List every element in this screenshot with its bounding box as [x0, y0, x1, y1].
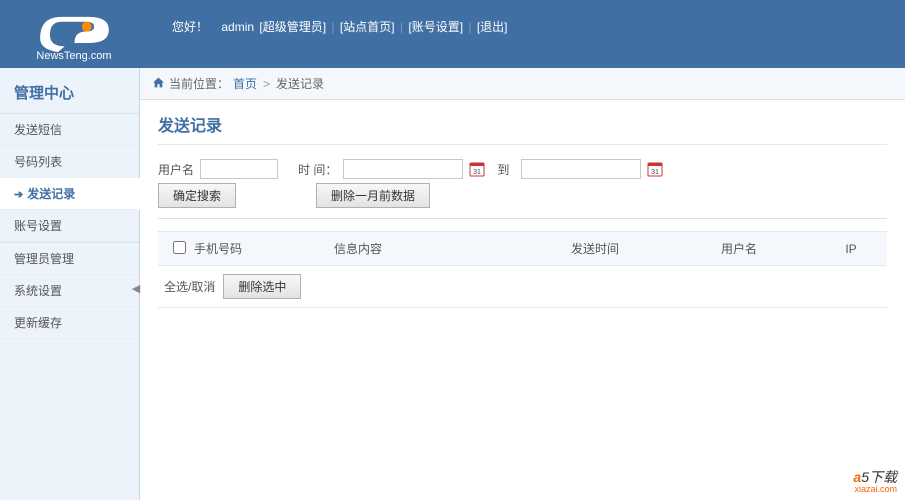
time-label: 时 间：: [298, 161, 337, 178]
col-time: 发送时间: [571, 240, 721, 257]
select-all-checkbox[interactable]: [173, 241, 186, 254]
breadcrumb-home[interactable]: 首页: [233, 75, 257, 92]
calendar-icon[interactable]: 31: [469, 161, 485, 177]
separator: |: [331, 20, 334, 34]
main-area: 当前位置： 首页 > 发送记录 发送记录 用户名 时 间： 31 到 31: [140, 68, 905, 500]
sidebar: 管理中心 发送短信 号码列表 发送记录 账号设置 管理员管理 系统设置 更新缓存…: [0, 68, 140, 500]
records-table: 手机号码 信息内容 发送时间 用户名 IP 全选/取消 删除选中: [158, 231, 887, 308]
breadcrumb-current: 发送记录: [276, 75, 324, 92]
col-phone: 手机号码: [194, 240, 334, 257]
chevron-right-icon: >: [263, 77, 270, 91]
search-button[interactable]: 确定搜索: [158, 183, 236, 208]
sidebar-title: 管理中心: [0, 76, 139, 114]
home-icon: [152, 76, 165, 92]
col-user: 用户名: [721, 240, 821, 257]
logout-link[interactable]: [退出]: [477, 20, 508, 34]
logo-icon: [32, 7, 117, 52]
col-ip: IP: [821, 242, 881, 256]
account-settings-link[interactable]: [账号设置]: [408, 20, 463, 34]
site-home-link[interactable]: [站点首页]: [340, 20, 395, 34]
user-input[interactable]: [200, 159, 278, 179]
table-action-row: 全选/取消 删除选中: [158, 266, 887, 308]
table-header: 手机号码 信息内容 发送时间 用户名 IP: [158, 231, 887, 266]
delete-selected-button[interactable]: 删除选中: [223, 274, 301, 299]
sidebar-item-account-settings[interactable]: 账号设置: [0, 210, 139, 242]
page-title: 发送记录: [158, 112, 887, 145]
sidebar-item-send-sms[interactable]: 发送短信: [0, 114, 139, 146]
logo-area: NewsTeng.com: [0, 0, 140, 68]
watermark-sub: xiazai.com: [853, 484, 897, 494]
select-all-toggle[interactable]: 全选/取消: [164, 278, 215, 295]
logo-text: NewsTeng.com: [36, 50, 111, 62]
date-from-input[interactable]: [343, 159, 463, 179]
watermark: a5下载 xiazai.com: [853, 467, 897, 494]
sidebar-item-send-records[interactable]: 发送记录: [0, 178, 140, 210]
user-label: 用户名: [158, 161, 194, 178]
user-name: admin: [221, 20, 254, 34]
date-to-input[interactable]: [521, 159, 641, 179]
separator: |: [400, 20, 403, 34]
separator: |: [468, 20, 471, 34]
button-row: 确定搜索 删除一月前数据: [158, 183, 887, 219]
sidebar-item-number-list[interactable]: 号码列表: [0, 146, 139, 178]
col-content: 信息内容: [334, 240, 571, 257]
header-bar: NewsTeng.com 您好！ admin [超级管理员] | [站点首页] …: [0, 0, 905, 68]
breadcrumb: 当前位置： 首页 > 发送记录: [140, 68, 905, 100]
sidebar-item-system-settings[interactable]: 系统设置: [0, 275, 139, 307]
svg-text:31: 31: [473, 169, 481, 176]
filter-row: 用户名 时 间： 31 到 31: [158, 159, 887, 179]
to-label: 到: [497, 161, 509, 178]
calendar-icon[interactable]: 31: [647, 161, 663, 177]
role-link[interactable]: [超级管理员]: [259, 20, 326, 34]
sidebar-item-refresh-cache[interactable]: 更新缓存: [0, 307, 139, 339]
svg-text:31: 31: [651, 169, 659, 176]
watermark-text: 下载: [869, 469, 897, 485]
header-nav: 您好！ admin [超级管理员] | [站点首页] | [账号设置] | [退…: [140, 0, 905, 35]
collapse-handle-icon[interactable]: ◀: [132, 278, 140, 298]
breadcrumb-label: 当前位置：: [169, 75, 229, 92]
greeting-text: 您好！: [172, 20, 208, 34]
delete-month-button[interactable]: 删除一月前数据: [316, 183, 430, 208]
sidebar-item-admin-manage[interactable]: 管理员管理: [0, 242, 139, 275]
